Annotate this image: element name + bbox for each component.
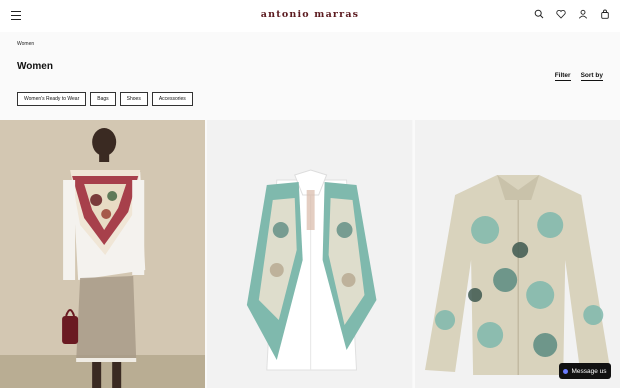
page-title: Women xyxy=(17,61,53,72)
message-us-label: Message us xyxy=(571,367,607,375)
chip-shoes[interactable]: Shoes xyxy=(119,92,148,106)
bag-icon[interactable] xyxy=(600,9,610,19)
product-card-shirt-scarf[interactable] xyxy=(207,120,413,388)
site-header: antonio marras xyxy=(0,0,620,32)
category-chips: Women's Ready to Wear Bags Shoes Accesso… xyxy=(17,92,193,106)
filter-button[interactable]: Filter xyxy=(554,72,571,81)
filter-sort-bar: Filter Sort by xyxy=(554,72,603,81)
user-icon[interactable] xyxy=(578,9,588,19)
chat-icon xyxy=(563,368,569,374)
search-icon[interactable] xyxy=(534,9,544,19)
message-us-button[interactable]: Message us xyxy=(559,363,611,379)
header-icons xyxy=(534,9,610,19)
product-grid xyxy=(0,120,620,388)
product-card-printed-shirt[interactable] xyxy=(414,120,620,388)
brand-logo[interactable]: antonio marras xyxy=(0,9,620,20)
chip-bags[interactable]: Bags xyxy=(90,92,116,106)
sort-button[interactable]: Sort by xyxy=(580,72,603,81)
product-card-model[interactable] xyxy=(0,120,206,388)
breadcrumb[interactable]: Women xyxy=(17,41,34,47)
shirt-scarf-photo xyxy=(207,120,413,388)
printed-shirt-photo xyxy=(414,120,620,388)
chip-ready-to-wear[interactable]: Women's Ready to Wear xyxy=(17,92,87,106)
chip-accessories[interactable]: Accessories xyxy=(151,92,193,106)
heart-icon[interactable] xyxy=(556,9,566,19)
model-photo xyxy=(0,120,206,388)
